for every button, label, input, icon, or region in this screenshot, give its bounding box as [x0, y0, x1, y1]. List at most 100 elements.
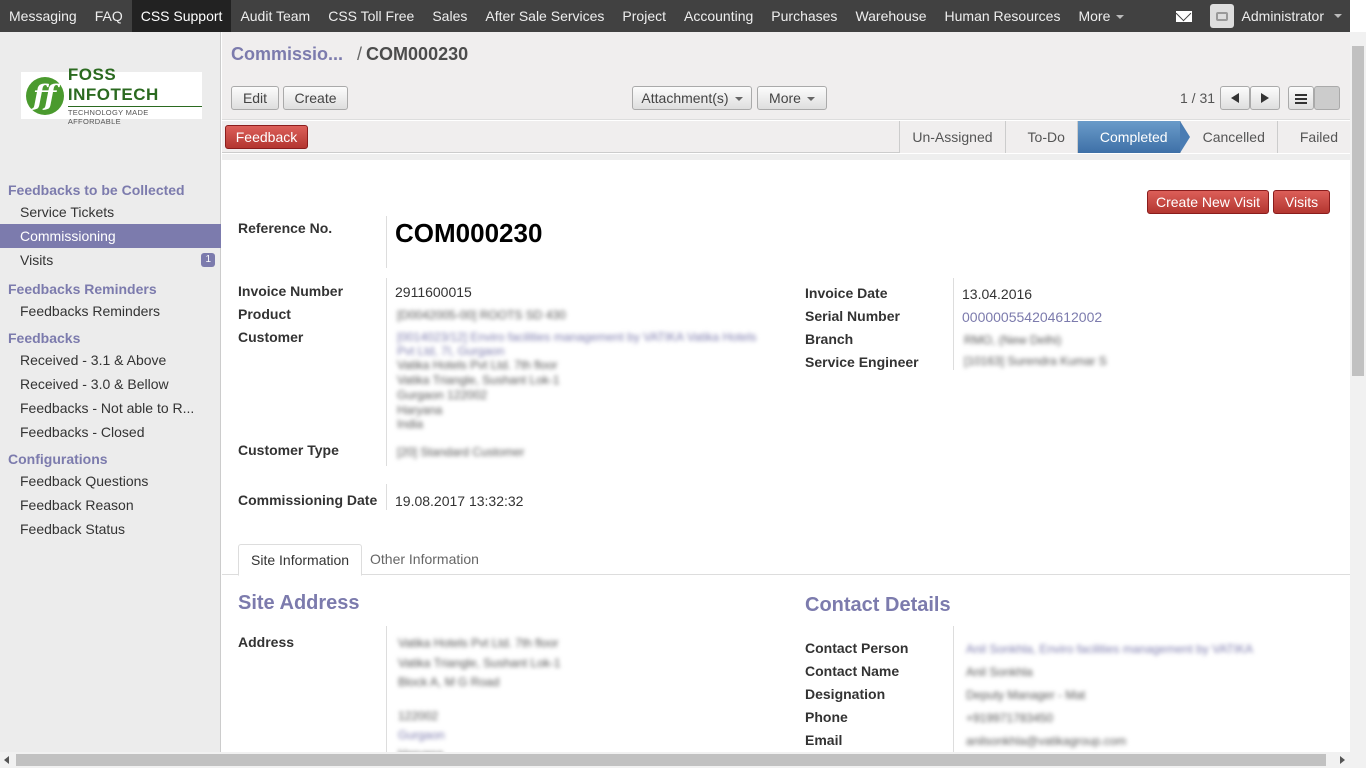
menu-header: Feedbacks — [8, 330, 81, 346]
divider — [386, 484, 387, 510]
stage-failed[interactable]: Failed — [1276, 121, 1350, 153]
stage-to-do[interactable]: To-Do — [1004, 121, 1077, 153]
sidebar-item-visits[interactable]: Visits 1 — [0, 248, 221, 272]
nav-more[interactable]: More — [1069, 0, 1133, 32]
sidebar-item-not-able[interactable]: Feedbacks - Not able to R... — [0, 396, 221, 420]
tab-site-information[interactable]: Site Information — [238, 544, 363, 576]
serial-number-value[interactable]: 000000554204612002 — [962, 309, 1102, 325]
scroll-left-icon[interactable] — [4, 756, 9, 764]
nav-project[interactable]: Project — [613, 0, 675, 32]
site-address-line[interactable]: Gurgaon — [398, 728, 445, 742]
mail-icon[interactable] — [1175, 10, 1192, 22]
edit-button[interactable]: Edit — [231, 86, 279, 110]
create-new-visit-button[interactable]: Create New Visit — [1147, 190, 1269, 214]
email-value[interactable]: anilsonkhla@vatikagroup.com — [966, 734, 1126, 748]
top-navbar: Messaging FAQ CSS Support Audit Team CSS… — [0, 0, 1350, 32]
attachments-dropdown[interactable]: Attachment(s) — [632, 86, 752, 110]
sidebar-item-closed[interactable]: Feedbacks - Closed — [0, 420, 221, 444]
nav-css-support[interactable]: CSS Support — [131, 0, 232, 32]
nav-messaging[interactable]: Messaging — [0, 0, 86, 32]
site-address-line: Vatika Hotels Pvt Ltd. 7th floor — [398, 636, 559, 650]
scrollbar-thumb[interactable] — [16, 754, 1326, 766]
nav-css-toll-free[interactable]: CSS Toll Free — [319, 0, 423, 32]
scroll-right-icon[interactable] — [1340, 756, 1345, 764]
arrow-right-icon — [1261, 93, 1269, 103]
user-area: Administrator — [1175, 0, 1342, 32]
nav-warehouse[interactable]: Warehouse — [846, 0, 935, 32]
horizontal-scrollbar[interactable] — [0, 752, 1366, 768]
menu-section-feedbacks-reminders: Feedbacks Reminders Feedbacks Reminders — [0, 279, 221, 323]
site-address-title: Site Address — [238, 592, 360, 614]
sidebar-item-received-below[interactable]: Received - 3.0 & Bellow — [0, 372, 221, 396]
stage-un-assigned[interactable]: Un-Assigned — [899, 121, 1005, 153]
nav-purchases[interactable]: Purchases — [762, 0, 846, 32]
contact-name-value: Anil Sonkhla — [966, 665, 1033, 679]
nav-accounting[interactable]: Accounting — [675, 0, 762, 32]
designation-label: Designation — [805, 686, 886, 702]
form-view-button[interactable] — [1314, 86, 1340, 110]
status-bar: Feedback Un-Assigned To-Do Completed Can… — [222, 121, 1350, 153]
stage-completed[interactable]: Completed — [1076, 121, 1190, 153]
company-logo[interactable]: FOSS INFOTECH TECHNOLOGY MADE AFFORDABLE — [21, 65, 202, 126]
sidebar-item-feedbacks-reminders[interactable]: Feedbacks Reminders — [0, 299, 221, 323]
visits-button[interactable]: Visits — [1273, 190, 1330, 214]
invoice-number-label: Invoice Number — [238, 283, 344, 299]
nav-after-sale-services[interactable]: After Sale Services — [476, 0, 613, 32]
caret-down-icon — [1116, 15, 1125, 20]
reference-label: Reference No. — [238, 220, 333, 236]
customer-address-line: Vatika Hotels Pvt Ltd. 7th floor — [397, 358, 558, 372]
breadcrumb-parent[interactable]: Commissio... — [231, 44, 343, 64]
branch-label: Branch — [805, 331, 854, 347]
reference-value: COM000230 — [395, 218, 543, 248]
customer-address-line: Gurgaon 122002 — [397, 388, 488, 402]
avatar[interactable] — [1209, 4, 1234, 28]
nav-audit-team[interactable]: Audit Team — [231, 0, 319, 32]
sidebar-item-commissioning[interactable]: Commissioning — [0, 224, 221, 248]
count-badge: 1 — [201, 253, 215, 267]
site-address-line: Vatika Triangle, Sushant Lok-1 — [398, 656, 561, 670]
service-engineer-value: [10163] Surendra Kumar S — [964, 354, 1107, 368]
nav-human-resources[interactable]: Human Resources — [936, 0, 1070, 32]
serial-number-label: Serial Number — [805, 308, 900, 324]
customer-address-line: Haryana — [397, 403, 443, 417]
contact-person-label: Contact Person — [805, 640, 909, 656]
customer-label: Customer — [238, 329, 304, 345]
nav-sales[interactable]: Sales — [423, 0, 476, 32]
tab-other-information[interactable]: Other Information — [358, 544, 491, 576]
user-menu[interactable]: Administrator — [1242, 8, 1324, 24]
divider — [386, 626, 387, 758]
vertical-scrollbar[interactable] — [1350, 32, 1366, 761]
menu-section-feedbacks-to-be-collected: Feedbacks to be Collected Service Ticket… — [0, 180, 221, 272]
create-button[interactable]: Create — [283, 86, 348, 110]
attachments-label: Attachment(s) — [641, 90, 729, 106]
contact-details-title: Contact Details — [805, 594, 951, 616]
commissioning-date-label: Commissioning Date — [238, 492, 378, 508]
divider — [953, 626, 954, 758]
menu-header: Feedbacks Reminders — [8, 281, 157, 297]
next-record-button[interactable] — [1250, 86, 1280, 110]
list-view-button[interactable] — [1288, 86, 1314, 110]
feedback-button[interactable]: Feedback — [225, 125, 308, 149]
more-dropdown[interactable]: More — [757, 86, 827, 110]
customer-value[interactable]: [0014023/12] Enviro facilities managemen… — [397, 330, 757, 358]
previous-record-button[interactable] — [1220, 86, 1250, 110]
camera-icon — [1215, 11, 1228, 21]
nav-faq[interactable]: FAQ — [86, 0, 132, 32]
menu-header: Feedbacks to be Collected — [8, 182, 185, 198]
sidebar-item-feedback-status[interactable]: Feedback Status — [0, 517, 221, 541]
stage-cancelled[interactable]: Cancelled — [1179, 121, 1277, 153]
scrollbar-thumb[interactable] — [1352, 46, 1364, 376]
sidebar-item-feedback-questions[interactable]: Feedback Questions — [0, 469, 221, 493]
invoice-date-value: 13.04.2016 — [962, 286, 1033, 302]
menu-section-configurations: Configurations Feedback Questions Feedba… — [0, 449, 221, 541]
contact-name-label: Contact Name — [805, 663, 900, 679]
control-panel: Commissio... / COM000230 Edit Create Attac… — [222, 32, 1350, 120]
sidebar-item-service-tickets[interactable]: Service Tickets — [0, 200, 221, 224]
notebook-tabs: Site Information Other Information — [222, 540, 1350, 576]
branch-value: RMO, (New Delhi) — [964, 333, 1062, 347]
site-address-line: Block A, M G Road — [398, 675, 500, 689]
divider — [953, 278, 954, 370]
contact-person-value[interactable]: Anil Sonkhla, Enviro facilities manageme… — [966, 642, 1253, 656]
sidebar-item-received-above[interactable]: Received - 3.1 & Above — [0, 348, 221, 372]
sidebar-item-feedback-reason[interactable]: Feedback Reason — [0, 493, 221, 517]
